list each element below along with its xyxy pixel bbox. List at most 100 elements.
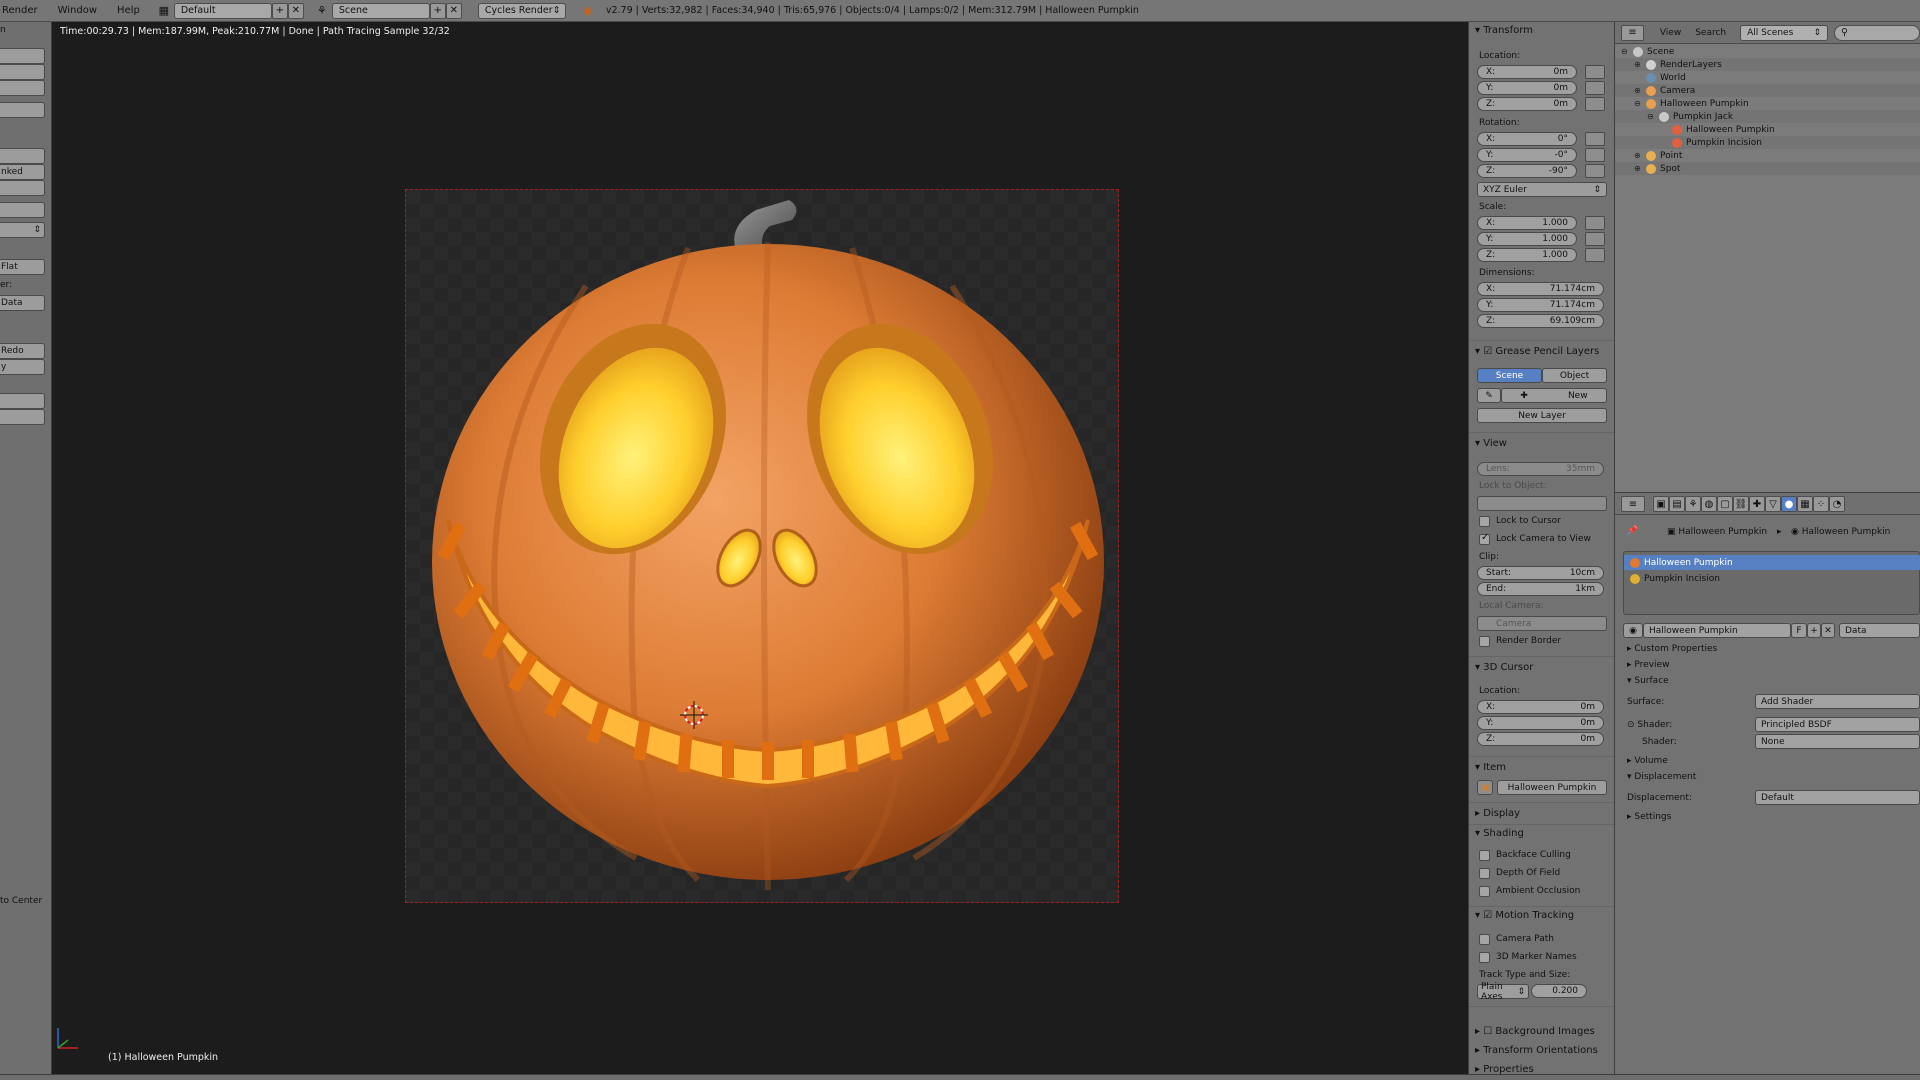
menu-window[interactable]: Window (48, 5, 107, 16)
shelf-button[interactable] (0, 393, 45, 409)
tab-layers-icon[interactable]: ▤ (1669, 496, 1685, 512)
expand-toggle-icon[interactable]: ⊕ (1634, 164, 1646, 173)
new-grease-data-button[interactable]: ✚ New (1501, 388, 1607, 403)
lock-scale-y-icon[interactable] (1585, 232, 1605, 246)
shader1-select[interactable]: Principled BSDF (1755, 717, 1920, 732)
shelf-button[interactable] (0, 148, 45, 164)
outliner-item[interactable]: ⊕ Point (1615, 149, 1920, 162)
outliner-item[interactable]: ⊕ Camera (1615, 84, 1920, 97)
grease-pencil-panel-header[interactable]: ▾ ☑ Grease Pencil Layers (1475, 346, 1599, 357)
shelf-button[interactable] (0, 102, 45, 118)
outliner-item[interactable]: Halloween Pumpkin (1615, 123, 1920, 136)
editor-type-icon[interactable]: ≡ (1621, 496, 1645, 512)
dimensions-z-field[interactable]: Z: 69.109cm (1477, 314, 1604, 328)
shelf-button-y[interactable]: y (0, 359, 45, 375)
tab-data-icon[interactable]: ▽ (1765, 496, 1781, 512)
scale-x-field[interactable]: X: 1.000 (1477, 216, 1577, 230)
menu-help[interactable]: Help (107, 5, 150, 16)
custom-properties-header[interactable]: ▸ Custom Properties (1627, 644, 1717, 654)
3d-viewport[interactable]: Time:00:29.73 | Mem:187.99M, Peak:210.77… (52, 22, 1468, 1074)
display-panel-header[interactable]: ▸ Display (1475, 808, 1520, 819)
outliner-item[interactable]: ⊖ Halloween Pumpkin (1615, 97, 1920, 110)
rotation-y-field[interactable]: Y: -0° (1477, 148, 1577, 162)
lock-camera-to-view-checkbox[interactable] (1479, 532, 1490, 545)
screen-layout-field[interactable]: Default (173, 2, 272, 19)
dimensions-x-field[interactable]: X: 71.174cm (1477, 282, 1604, 296)
ambient-occlusion-checkbox[interactable] (1479, 886, 1490, 897)
new-layer-button[interactable]: New Layer (1477, 408, 1607, 423)
lock-location-z-icon[interactable] (1585, 97, 1605, 111)
shelf-button[interactable] (0, 64, 45, 80)
track-size-field[interactable]: 0.200 (1531, 984, 1587, 998)
render-border-checkbox[interactable] (1479, 636, 1490, 647)
item-panel-header[interactable]: ▾ Item (1475, 762, 1506, 773)
tab-constraints-icon[interactable]: ⛓ (1733, 496, 1749, 512)
shelf-button-data-layout[interactable]: Data Layo (0, 295, 45, 311)
displacement-select[interactable]: Default (1755, 790, 1920, 805)
fake-user-button[interactable]: F (1791, 623, 1807, 638)
delete-layout-button[interactable]: ✕ (287, 2, 304, 19)
menu-view[interactable]: View (1660, 28, 1681, 38)
expand-toggle-icon[interactable]: ⊕ (1634, 60, 1646, 69)
transform-panel-header[interactable]: ▾ Transform (1475, 25, 1533, 36)
tab-material-icon[interactable]: ● (1781, 496, 1797, 512)
scale-z-field[interactable]: Z: 1.000 (1477, 248, 1577, 262)
marker-names-checkbox[interactable] (1479, 952, 1490, 963)
lock-scale-z-icon[interactable] (1585, 248, 1605, 262)
3d-cursor-panel-header[interactable]: ▾ 3D Cursor (1475, 662, 1533, 673)
lens-field[interactable]: Lens: 35mm (1477, 462, 1604, 476)
tab-particles-icon[interactable]: ⁘ (1813, 496, 1829, 512)
expand-toggle-icon[interactable]: ⊖ (1621, 47, 1633, 56)
cursor-x-field[interactable]: X: 0m (1477, 700, 1604, 714)
lock-rotation-y-icon[interactable] (1585, 148, 1605, 162)
outliner-item[interactable]: ⊖ Pumpkin Jack (1615, 110, 1920, 123)
expand-toggle-icon[interactable]: ⊖ (1647, 112, 1659, 121)
shader2-select[interactable]: None (1755, 734, 1920, 749)
outliner-item[interactable]: ⊖ Scene (1615, 45, 1920, 58)
displacement-header[interactable]: ▾ Displacement (1627, 772, 1696, 782)
menu-search[interactable]: Search (1695, 28, 1726, 38)
editor-type-icon[interactable]: ≡ (1621, 24, 1644, 41)
pin-icon[interactable]: 📌 (1627, 526, 1638, 536)
breadcrumb-material[interactable]: ◉ Halloween Pumpkin (1791, 527, 1890, 537)
track-type-select[interactable]: Plain Axes ⇕ (1477, 982, 1529, 1002)
outliner-item[interactable]: Pumpkin Incision (1615, 136, 1920, 149)
expand-toggle-icon[interactable]: ⊕ (1634, 86, 1646, 95)
scale-y-field[interactable]: Y: 1.000 (1477, 232, 1577, 246)
depth-of-field-checkbox[interactable] (1479, 868, 1490, 879)
delete-scene-button[interactable]: ✕ (445, 2, 462, 19)
local-camera-field[interactable]: Camera (1477, 616, 1607, 631)
screen-layout-icon[interactable]: ▦ (154, 3, 174, 19)
location-y-field[interactable]: Y: 0m (1477, 81, 1577, 95)
volume-header[interactable]: ▸ Volume (1627, 756, 1668, 766)
shelf-button[interactable] (0, 180, 45, 196)
lock-location-x-icon[interactable] (1585, 65, 1605, 79)
expand-toggle-icon[interactable]: ⊖ (1634, 99, 1646, 108)
display-mode-select[interactable]: All Scenes ⇕ (1740, 24, 1829, 41)
clip-end-field[interactable]: End: 1km (1477, 582, 1604, 596)
material-slot[interactable]: Halloween Pumpkin (1624, 555, 1920, 570)
transform-orientations-panel-header[interactable]: ▸ Transform Orientations (1475, 1045, 1598, 1056)
add-material-button[interactable]: + (1807, 623, 1821, 638)
shelf-button[interactable] (0, 80, 45, 96)
dimensions-y-field[interactable]: Y: 71.174cm (1477, 298, 1604, 312)
item-name-field[interactable]: Halloween Pumpkin (1497, 780, 1607, 795)
location-z-field[interactable]: Z: 0m (1477, 97, 1577, 111)
lock-object-field[interactable] (1477, 496, 1607, 511)
rotation-z-field[interactable]: Z: -90° (1477, 164, 1577, 178)
lock-location-y-icon[interactable] (1585, 81, 1605, 95)
lock-rotation-z-icon[interactable] (1585, 164, 1605, 178)
view-panel-header[interactable]: ▾ View (1475, 438, 1507, 449)
shelf-button-linked[interactable]: nked (0, 164, 45, 180)
add-scene-button[interactable]: + (429, 2, 446, 19)
shelf-dropdown[interactable]: ⇕ (0, 222, 45, 238)
shelf-button[interactable] (0, 202, 45, 218)
camera-path-checkbox[interactable] (1479, 934, 1490, 945)
location-x-field[interactable]: X: 0m (1477, 65, 1577, 79)
scene-icon[interactable]: ⚘ (312, 3, 332, 19)
pencil-icon[interactable]: ✎ (1477, 388, 1501, 403)
preview-header[interactable]: ▸ Preview (1627, 660, 1669, 670)
tab-grease-scene[interactable]: Scene (1477, 368, 1542, 383)
outliner-search-input[interactable]: ⚲ (1834, 24, 1920, 41)
outliner-item[interactable]: ⊕ RenderLayers (1615, 58, 1920, 71)
